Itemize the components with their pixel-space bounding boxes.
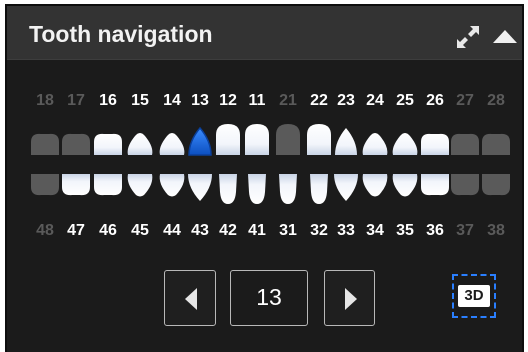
next-tooth-button[interactable] — [324, 270, 375, 326]
upper-tooth-27[interactable] — [451, 133, 479, 155]
lower-tooth-37[interactable] — [451, 174, 479, 196]
upper-tooth-24[interactable] — [362, 133, 388, 155]
lower-tooth-44[interactable] — [159, 174, 185, 197]
upper-tooth-13[interactable] — [188, 126, 212, 156]
lower-tooth-36[interactable] — [421, 174, 449, 196]
lower-tooth-34[interactable] — [362, 174, 388, 197]
upper-tooth-14[interactable] — [159, 133, 185, 155]
lower-tooth-46[interactable] — [94, 174, 122, 196]
lower-tooth-32[interactable] — [310, 174, 328, 204]
lower-tooth-42[interactable] — [219, 174, 237, 204]
lower-tooth-35[interactable] — [392, 174, 418, 197]
3d-view-button[interactable]: 3D — [452, 274, 496, 318]
lower-tooth-47[interactable] — [62, 174, 90, 196]
triangle-right-icon — [345, 288, 357, 310]
upper-tooth-28[interactable] — [482, 133, 510, 155]
upper-tooth-12[interactable] — [216, 124, 240, 155]
lower-tooth-43[interactable] — [188, 174, 212, 201]
upper-tooth-15[interactable] — [127, 133, 153, 155]
previous-tooth-button[interactable] — [164, 270, 216, 326]
upper-tooth-23[interactable] — [335, 128, 357, 155]
upper-tooth-18[interactable] — [31, 133, 59, 155]
upper-tooth-21[interactable] — [276, 124, 300, 155]
upper-tooth-16[interactable] — [94, 133, 122, 155]
current-tooth-field[interactable]: 13 — [230, 270, 308, 326]
upper-tooth-11[interactable] — [245, 124, 269, 155]
upper-tooth-17[interactable] — [62, 133, 90, 155]
lower-tooth-41[interactable] — [248, 174, 266, 204]
lower-tooth-45[interactable] — [127, 174, 153, 197]
lower-teeth-row — [31, 174, 510, 204]
upper-tooth-25[interactable] — [392, 133, 418, 155]
lower-tooth-48[interactable] — [31, 174, 59, 196]
3d-view-label: 3D — [458, 285, 490, 307]
upper-tooth-26[interactable] — [421, 133, 449, 155]
lower-tooth-33[interactable] — [334, 174, 358, 201]
lower-tooth-38[interactable] — [482, 174, 510, 196]
upper-tooth-22[interactable] — [307, 124, 331, 155]
triangle-left-icon — [185, 288, 197, 310]
upper-teeth-row — [31, 124, 510, 156]
lower-tooth-31[interactable] — [279, 174, 297, 204]
